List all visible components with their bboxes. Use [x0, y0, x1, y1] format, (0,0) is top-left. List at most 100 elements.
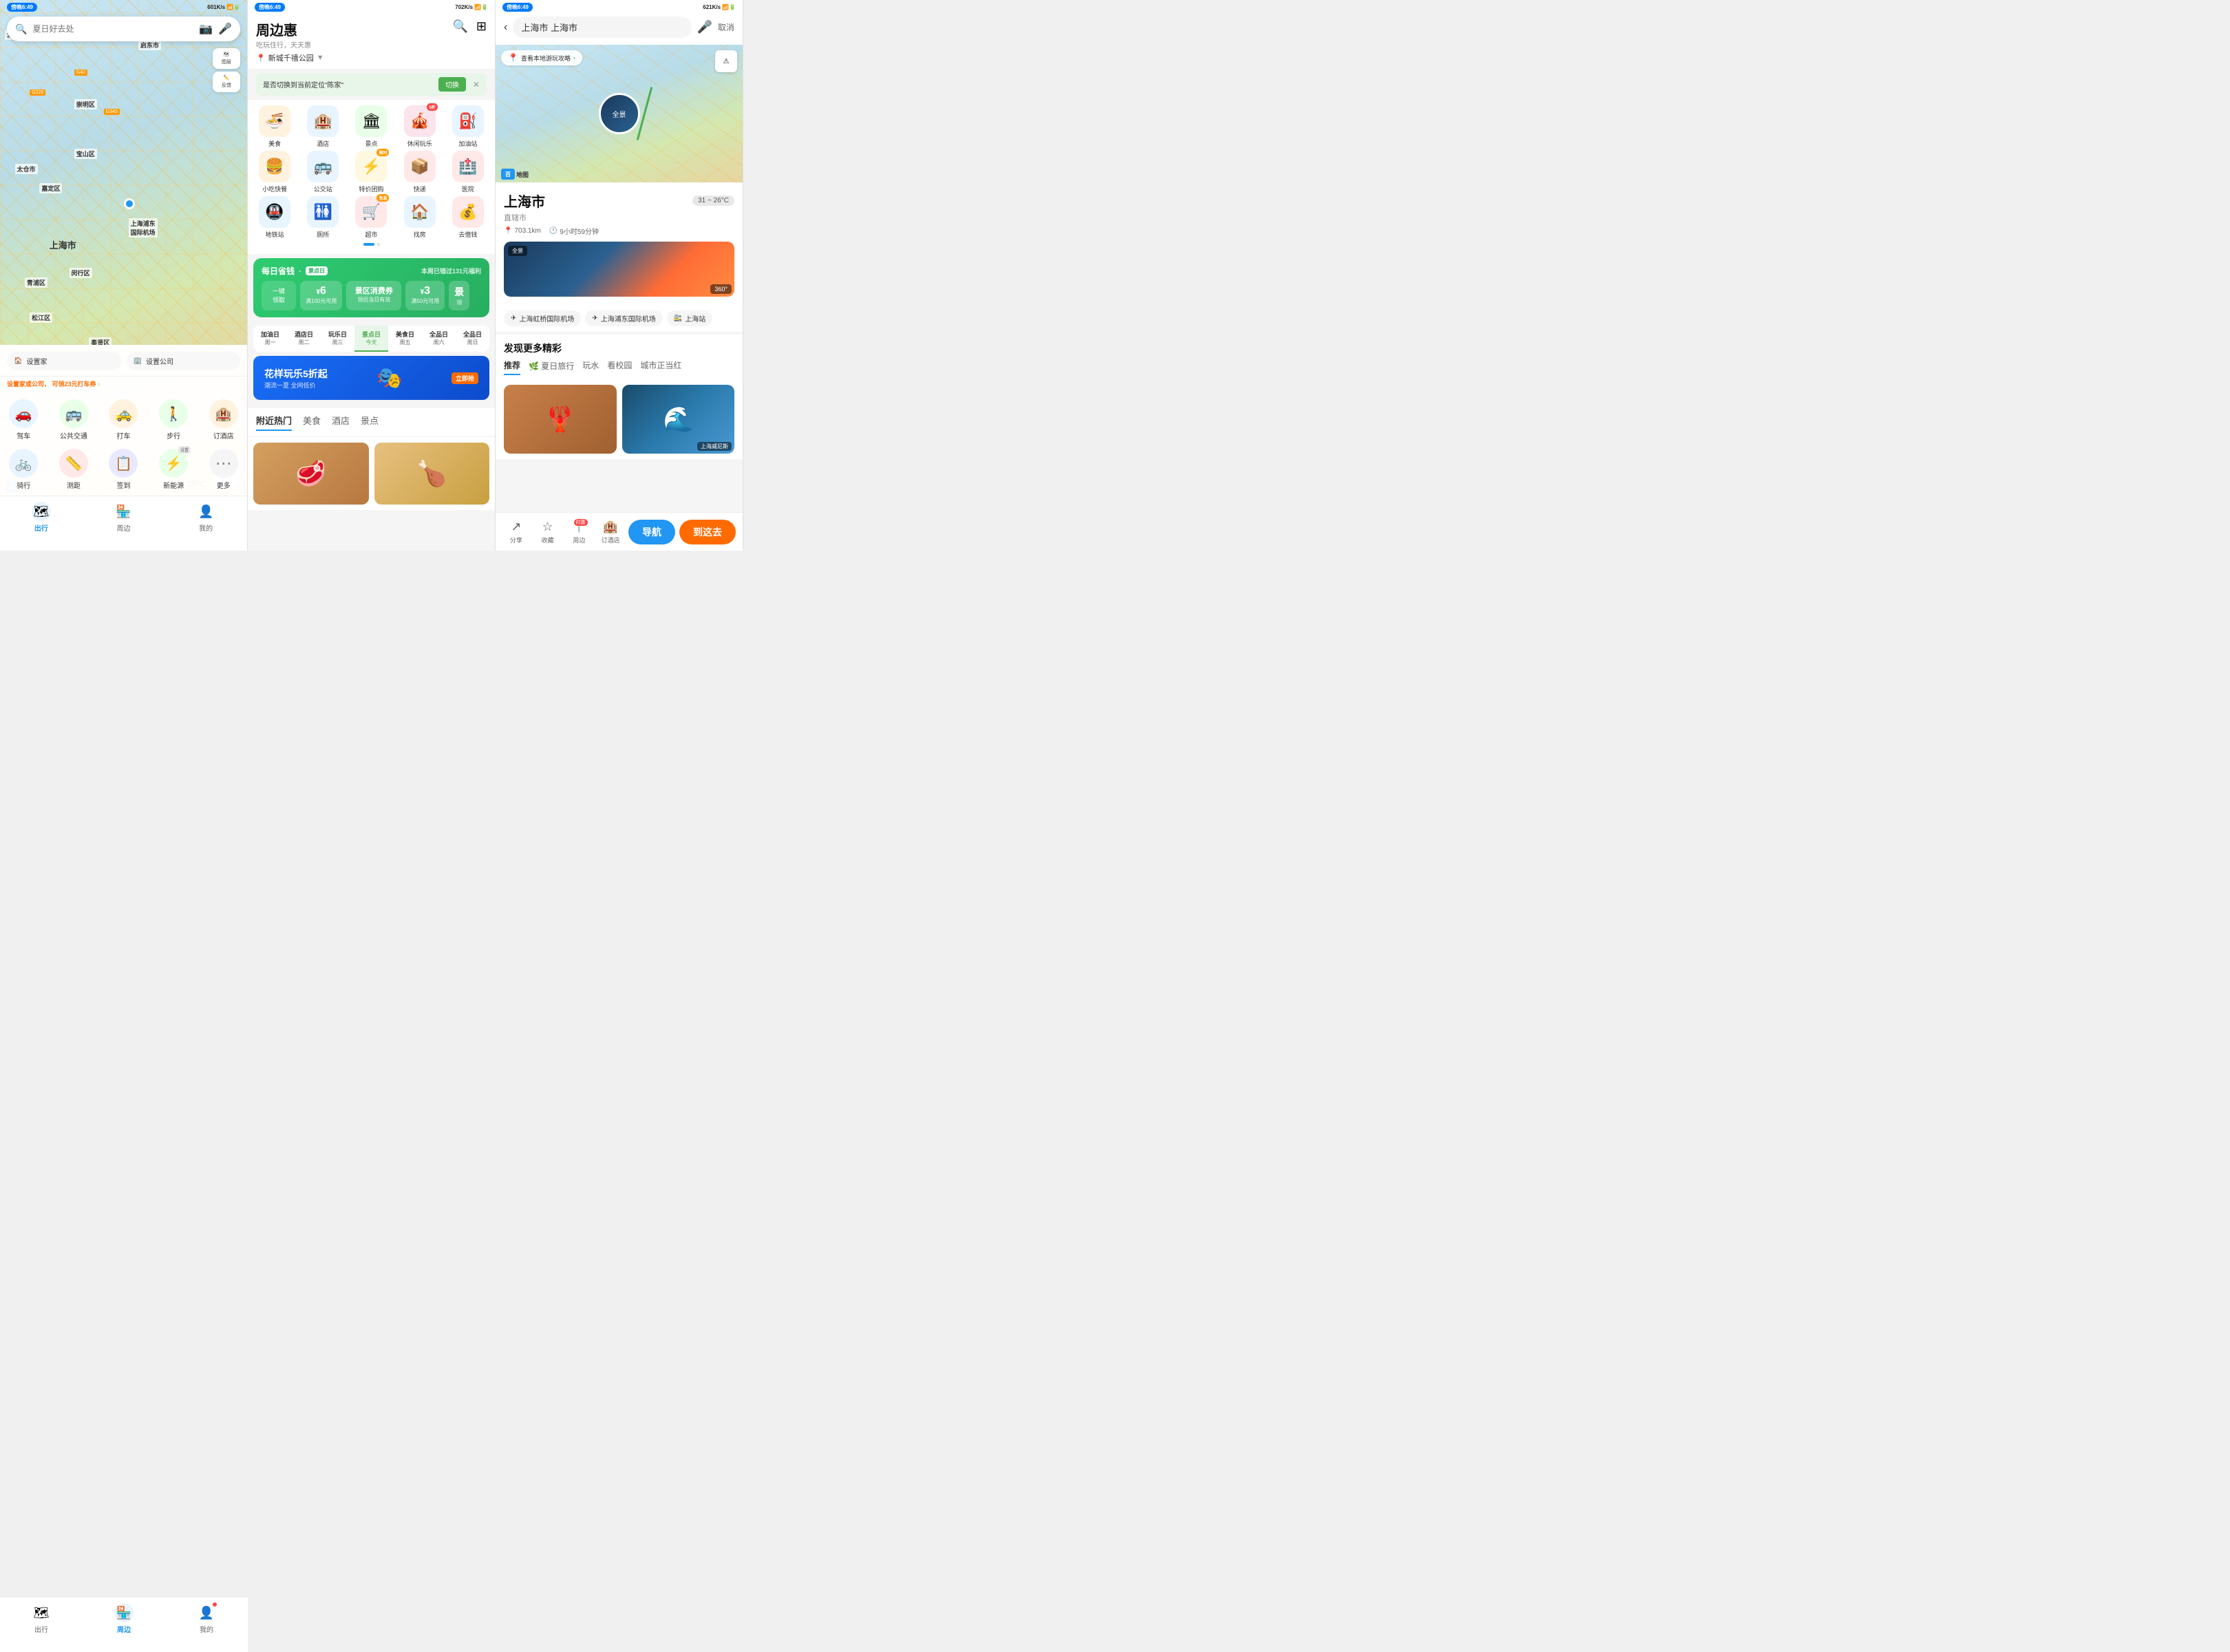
cat-supermarket[interactable]: 🛒 免息 超市	[350, 196, 392, 239]
back-button[interactable]: ‹	[504, 21, 507, 34]
collect-action[interactable]: ☆ 收藏	[534, 520, 562, 544]
mic-icon[interactable]: 🎤	[697, 20, 712, 34]
report-tool[interactable]: ⚠	[715, 50, 737, 72]
scenery-coupon-desc: 领后当日有效	[357, 296, 390, 304]
dot-inactive	[377, 243, 380, 246]
city-photo-360-tag: 360°	[710, 284, 732, 294]
day-tab-sat[interactable]: 全品日 周六	[422, 326, 456, 352]
cat-rent[interactable]: 🏠 找房	[399, 196, 441, 239]
panel-nearby: 傍晚6:49 702K/s 📶🔋 周边惠 吃玩住行，天天惠 📍 新城千禧公园 ▼…	[248, 0, 496, 551]
cat-hotel[interactable]: 🏨 酒店	[301, 105, 344, 148]
quick-icon-more[interactable]: ⋯ 更多	[200, 446, 247, 493]
promo-tag-button[interactable]: 立即抢	[452, 372, 478, 384]
go-there-button[interactable]: 到这去	[679, 520, 736, 544]
nav-item-mine-1[interactable]: 👤 我的	[164, 502, 247, 533]
daily-savings-badge: 景点日	[306, 266, 328, 275]
coupon-3yuan[interactable]: ¥3 满50元可用	[405, 281, 445, 310]
chevron-down-icon[interactable]: ▼	[317, 54, 324, 62]
quick-icon-walk[interactable]: 🚶 步行	[150, 396, 198, 443]
discover-tab-water[interactable]: 玩水	[582, 359, 599, 375]
set-home-button[interactable]: 🏠 设置家	[7, 352, 121, 370]
camera-icon[interactable]: 📷	[199, 22, 213, 36]
discover-tab-campus[interactable]: 看校园	[607, 359, 632, 375]
cancel-button[interactable]: 取消	[718, 21, 734, 33]
promo-banner[interactable]: 花样玩乐5折起 潮流一夏 全网低价 🎭 立即抢	[253, 356, 489, 400]
scenery-coupon-label: 景区消费券	[355, 285, 393, 296]
cat-food[interactable]: 🍜 美食	[253, 105, 296, 148]
near-tab-food[interactable]: 美食	[303, 414, 321, 431]
cat-snack[interactable]: 🍔 小吃快餐	[253, 151, 296, 193]
quick-icon-hotel[interactable]: 🏨 订酒店	[200, 396, 247, 443]
map-label-pudong: 上海浦东国际机场	[129, 218, 158, 237]
near-tabs: 附近热门 美食 酒店 景点	[248, 408, 495, 437]
switch-location-button[interactable]: 切换	[438, 77, 466, 92]
map-marker	[124, 198, 135, 209]
near-tab-hot[interactable]: 附近热门	[256, 414, 292, 431]
disc-card-food[interactable]: 🦞	[504, 385, 617, 454]
quick-icon-ev[interactable]: ⚡ 设置 新能源	[150, 446, 198, 493]
set-work-button[interactable]: 🏢 设置公司	[127, 352, 241, 370]
voice-icon[interactable]: 🎤	[218, 22, 232, 36]
day-tab-mon[interactable]: 加油日 周一	[253, 326, 287, 352]
nearby-action[interactable]: 📍 时惠 周边	[566, 520, 593, 544]
cat-scenery[interactable]: 🏛 景点	[350, 105, 392, 148]
cat-bus[interactable]: 🚌 公交站	[301, 151, 344, 193]
map-search-bar[interactable]: 🔍 📷 🎤	[7, 17, 240, 41]
nav-item-travel-1[interactable]: 🗺 出行	[0, 502, 83, 533]
cat-hospital[interactable]: 🏥 医院	[447, 151, 489, 193]
search-input[interactable]	[32, 24, 193, 34]
share-action[interactable]: ↗ 分享	[502, 520, 530, 544]
cat-metro[interactable]: 🚇 地铁站	[253, 196, 296, 239]
panorama-thumbnail[interactable]: 全景	[599, 93, 640, 134]
book-hotel-action[interactable]: 🏨 订酒店	[597, 520, 624, 544]
gas-icon: ⛽	[452, 105, 484, 137]
quick-icon-bike[interactable]: 🚲 骑行	[0, 446, 47, 493]
day-tab-today[interactable]: 景点日 今天	[354, 326, 388, 352]
food-card-2[interactable]: 🍗	[374, 443, 490, 505]
discover-tab-city[interactable]: 城市正当红	[640, 359, 681, 375]
more-icon: ⋯	[209, 449, 238, 478]
discover-tab-recommend[interactable]: 推荐	[504, 359, 520, 375]
coupon-extra[interactable]: 景 领	[449, 281, 469, 310]
airport-chip-hongqiao[interactable]: ✈ 上海虹桥国际机场	[504, 310, 581, 326]
cat-toilet[interactable]: 🚻 厕所	[301, 196, 344, 239]
cat-deal[interactable]: ⚡ 限时 特价团购	[350, 151, 392, 193]
station-chip-shanghai[interactable]: 🚉 上海站	[667, 310, 712, 326]
near-tab-hotel[interactable]: 酒店	[332, 414, 350, 431]
quick-icon-taxi[interactable]: 🚕 打车	[100, 396, 147, 443]
share-icon: ↗	[511, 520, 521, 534]
city-panorama-photo[interactable]: 全景 360°	[504, 242, 734, 297]
quick-icon-transit[interactable]: 🚌 公共交通	[50, 396, 98, 443]
day-tab-sun[interactable]: 全品日 周日	[456, 326, 489, 352]
quick-icon-measure[interactable]: 📏 测距	[50, 446, 98, 493]
map-view-3[interactable]: 📍 查看本地游玩攻略 › ⚠ 全景 百 地图	[496, 45, 743, 182]
day-tab-wed[interactable]: 玩乐日 周三	[321, 326, 354, 352]
food-card-1[interactable]: 🥩	[253, 443, 369, 505]
airport-chip-pudong[interactable]: ✈ 上海浦东国际机场	[585, 310, 662, 326]
coupon-scenery[interactable]: 景区消费券 领后当日有效	[346, 281, 401, 310]
search-input-display[interactable]: 上海市 上海市	[513, 17, 691, 38]
disc-card-venice[interactable]: 🌊 上海威尼斯	[622, 385, 735, 454]
close-switch-icon[interactable]: ✕	[473, 80, 480, 89]
navigate-button[interactable]: 导航	[628, 520, 675, 544]
day-tab-fri[interactable]: 美食日 周五	[388, 326, 422, 352]
cat-gas[interactable]: ⛽ 加油站	[447, 105, 489, 148]
day-tab-tue[interactable]: 酒店日 周二	[287, 326, 321, 352]
coupon-6yuan[interactable]: ¥6 满100元可用	[300, 281, 342, 310]
search-icon-nearby[interactable]: 🔍	[452, 19, 467, 34]
route-suggestion-btn[interactable]: 📍 查看本地游玩攻略 ›	[501, 50, 582, 65]
cat-leisure[interactable]: 🎪 5折 休闲玩乐	[399, 105, 441, 148]
map-tool-feedback[interactable]: ✏️ 反馈	[213, 72, 240, 92]
cat-express[interactable]: 📦 快递	[399, 151, 441, 193]
quick-icon-drive[interactable]: 🚗 驾车	[0, 396, 47, 443]
quick-icon-checkin[interactable]: 📋 签到	[100, 446, 147, 493]
nearby-action-icon-wrap: 📍 时惠	[571, 520, 586, 534]
map-tool-layers[interactable]: 🗺 图层	[213, 48, 240, 69]
express-icon: 📦	[404, 151, 436, 182]
one-click-coupon[interactable]: 一键领取	[262, 281, 296, 310]
cat-loan[interactable]: 💰 去借钱	[447, 196, 489, 239]
discover-tab-summer[interactable]: 🌿 夏日旅行	[529, 359, 574, 375]
nav-item-nearby-1[interactable]: 🏪 周边	[83, 502, 165, 533]
near-tab-scenery[interactable]: 景点	[361, 414, 379, 431]
scan-icon-nearby[interactable]: ⊞	[476, 19, 487, 34]
